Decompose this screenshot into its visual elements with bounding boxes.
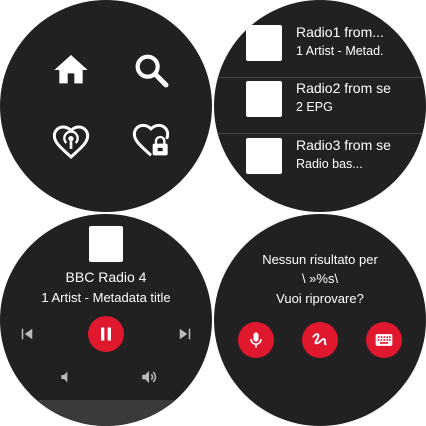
station-title: Radio1 from... xyxy=(296,24,384,40)
volume-down-icon[interactable] xyxy=(58,369,74,385)
handwriting-icon xyxy=(312,333,327,346)
station-thumbnail xyxy=(246,81,282,117)
home-screen-watch xyxy=(0,0,212,212)
station-subtitle: Radio bas... xyxy=(296,157,363,171)
station-subtitle: 1 Artist - Metad. xyxy=(296,44,384,58)
station-name: BBC Radio 4 xyxy=(65,269,147,285)
station-thumbnail xyxy=(246,138,282,174)
pause-icon xyxy=(101,327,111,341)
album-art xyxy=(89,226,123,262)
skip-previous-icon[interactable] xyxy=(18,325,36,343)
handwriting-input-button[interactable] xyxy=(302,322,338,358)
keyboard-input-button[interactable] xyxy=(366,322,402,358)
list-item[interactable]: Radio3 from se Radio bas... xyxy=(244,130,426,184)
list-item[interactable]: Radio1 from... 1 Artist - Metad. xyxy=(244,17,426,71)
station-title: Radio3 from se xyxy=(296,137,391,153)
volume-up-icon[interactable] xyxy=(140,368,158,386)
pause-button[interactable] xyxy=(88,316,124,352)
search-query-text: \ »%s\ xyxy=(301,271,339,286)
track-metadata: 1 Artist - Metadata title xyxy=(41,290,171,305)
microphone-icon xyxy=(250,332,262,348)
bottom-bar xyxy=(0,400,212,426)
home-icon[interactable] xyxy=(51,50,91,90)
skip-next-icon[interactable] xyxy=(176,325,194,343)
podcast-heart-icon[interactable] xyxy=(51,122,91,162)
search-icon[interactable] xyxy=(131,50,171,90)
retry-prompt: Vuoi riprovare? xyxy=(276,291,364,306)
station-thumbnail xyxy=(246,25,282,61)
player-watch: BBC Radio 4 1 Artist - Metadata title xyxy=(0,214,212,426)
station-list-watch: Radio1 from... 1 Artist - Metad. Radio2 … xyxy=(214,0,426,212)
station-title: Radio2 from se xyxy=(296,80,391,96)
voice-input-button[interactable] xyxy=(238,322,274,358)
list-item[interactable]: Radio2 from se 2 EPG xyxy=(244,73,426,127)
keyboard-icon xyxy=(375,334,393,346)
no-results-watch: Nessun risultato per \ »%s\ Vuoi riprova… xyxy=(214,214,426,426)
no-results-text: Nessun risultato per xyxy=(262,252,378,267)
heart-lock-icon[interactable] xyxy=(131,122,171,162)
station-subtitle: 2 EPG xyxy=(296,100,333,114)
